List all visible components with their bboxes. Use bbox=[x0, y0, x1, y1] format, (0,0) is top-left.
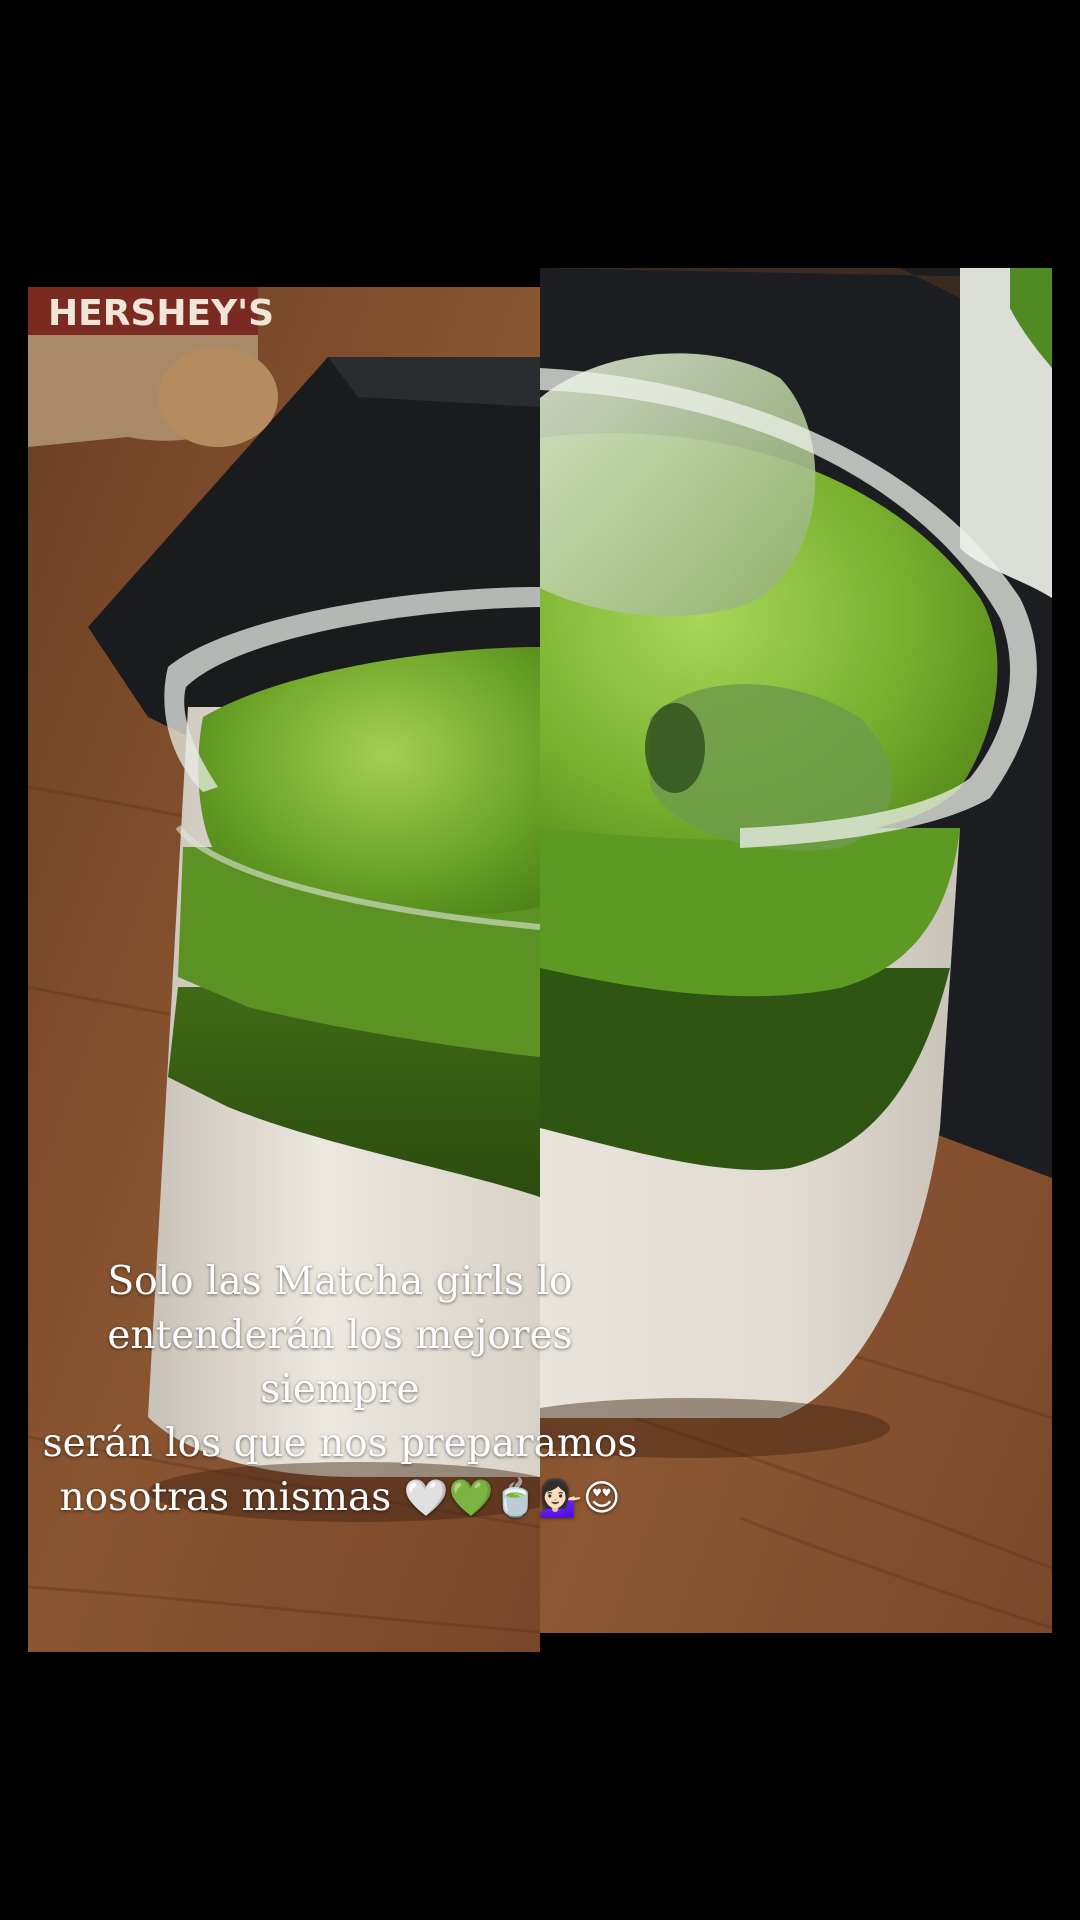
caption-line: Solo las Matcha girls lo bbox=[107, 1259, 573, 1304]
story-caption: Solo las Matcha girls lo entenderán los … bbox=[40, 1255, 640, 1526]
story-frame: HERSHEY'S Solo las Matcha girls lo enten… bbox=[0, 0, 1080, 1920]
caption-line: nosotras mismas 🤍💚🍵💁🏻‍♀️😍 bbox=[40, 1471, 640, 1526]
caption-line: serán los que nos preparamos bbox=[42, 1421, 638, 1466]
caption-text: nosotras mismas bbox=[59, 1475, 392, 1520]
caption-line: entenderán los mejores siempre bbox=[107, 1313, 573, 1412]
package-text: HERSHEY'S bbox=[48, 293, 274, 334]
caption-emojis: 🤍💚🍵💁🏻‍♀️😍 bbox=[403, 1478, 621, 1519]
